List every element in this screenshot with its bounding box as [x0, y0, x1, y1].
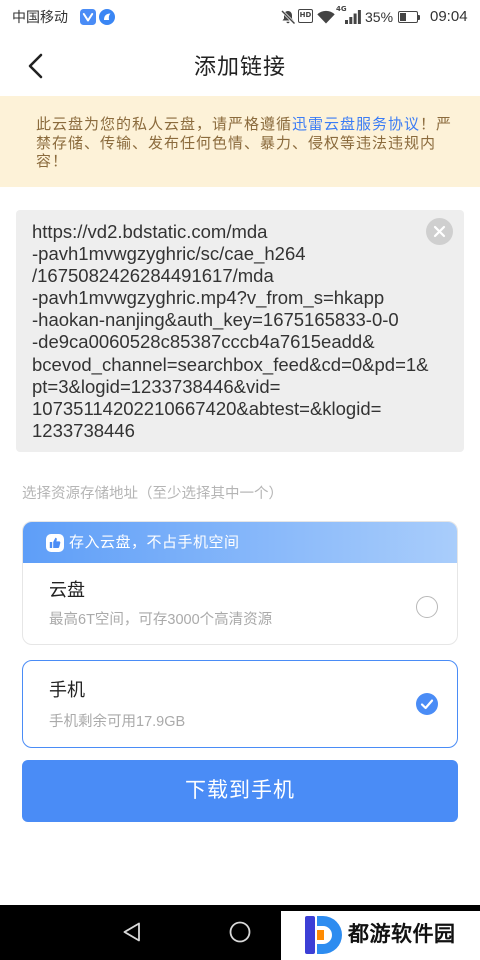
clock: 09:04 [430, 8, 468, 25]
link-text-line: -pavh1mvwgzyghric/sc/cae_h264 [32, 243, 306, 265]
link-text-line: https://vd2.bdstatic.com/mda [32, 221, 268, 242]
link-text-line: pt=3&logid=1233738446&vid= [32, 375, 281, 397]
clear-icon[interactable] [426, 218, 453, 245]
phone-radio[interactable] [415, 692, 438, 715]
browser-notification-icon [99, 9, 115, 25]
link-text-line: 10735114202210667420&abtest=&klogid= [32, 397, 382, 419]
storage-section-label: 选择资源存储地址（至少选择其中一个） [22, 486, 283, 502]
hd-badge: HD [298, 9, 313, 23]
link-input[interactable]: https://vd2.bdstatic.com/mda -pavh1mvwgz… [16, 210, 464, 452]
service-agreement-link[interactable]: 迅雷云盘服务协议 [292, 116, 420, 133]
cloud-option-description: 最高6T空间，可存3000个高清资源 [49, 612, 273, 628]
phone-option-description: 手机剩余可用17.9GB [49, 713, 186, 730]
download-to-phone-button[interactable]: 下载到手机 [22, 760, 458, 822]
thumbs-up-icon [46, 534, 64, 552]
notice-text-before: 此云盘为您的私人云盘，请严格遵循 [36, 116, 293, 133]
battery-level-fill [400, 13, 406, 21]
link-text-line: -haokan-nanjing&auth_key=1675165833-0-0 [32, 309, 399, 331]
cloud-storage-option[interactable]: 存入云盘，不占手机空间 云盘 最高6T空间，可存3000个高清资源 [22, 521, 458, 645]
link-text-line: -pavh1mvwgzyghric.mp4?v_from_s=hkapp [32, 287, 385, 309]
watermark: 都游软件园 [281, 911, 480, 960]
battery-percentage: 35% [365, 9, 394, 25]
status-bar: 中国移动 HD 4G 35% 09:04 [0, 0, 480, 34]
phone-option-title: 手机 [49, 679, 85, 700]
link-text-line: -de9ca0060528c85387cccb4a7615eadd& [32, 331, 375, 353]
link-text-line: /1675082426284491617/mda [32, 265, 274, 287]
link-text-line: 1233738446 [32, 419, 135, 441]
carrier-name: 中国移动 [12, 9, 68, 25]
back-triangle-icon[interactable] [121, 921, 143, 943]
phone-storage-option[interactable]: 手机 手机剩余可用17.9GB [22, 660, 458, 748]
notice-banner: 此云盘为您的私人云盘，请严格遵循迅雷云盘服务协议！严禁存储、传输、发布任何色情、… [0, 96, 480, 187]
cloud-promo-text: 存入云盘，不占手机空间 [69, 534, 240, 551]
signal-icon [345, 9, 361, 24]
app-notification-icon [80, 9, 96, 25]
battery-icon [398, 11, 420, 23]
home-circle-icon[interactable] [229, 921, 251, 943]
link-text-line: bcevod_channel=searchbox_feed&cd=0&pd=1& [32, 353, 429, 375]
cloud-option-title: 云盘 [49, 580, 85, 600]
page-title: 添加链接 [193, 54, 286, 79]
wifi-icon [317, 10, 335, 24]
header: 添加链接 [0, 34, 480, 96]
duyou-logo-icon [303, 914, 343, 956]
mute-icon [280, 9, 296, 25]
cloud-promo-strip: 存入云盘，不占手机空间 [23, 522, 457, 563]
cloud-radio[interactable] [416, 596, 438, 618]
battery-cap [418, 14, 420, 20]
watermark-text: 都游软件园 [348, 923, 456, 946]
system-nav-bar: 都游软件园 [0, 905, 480, 960]
